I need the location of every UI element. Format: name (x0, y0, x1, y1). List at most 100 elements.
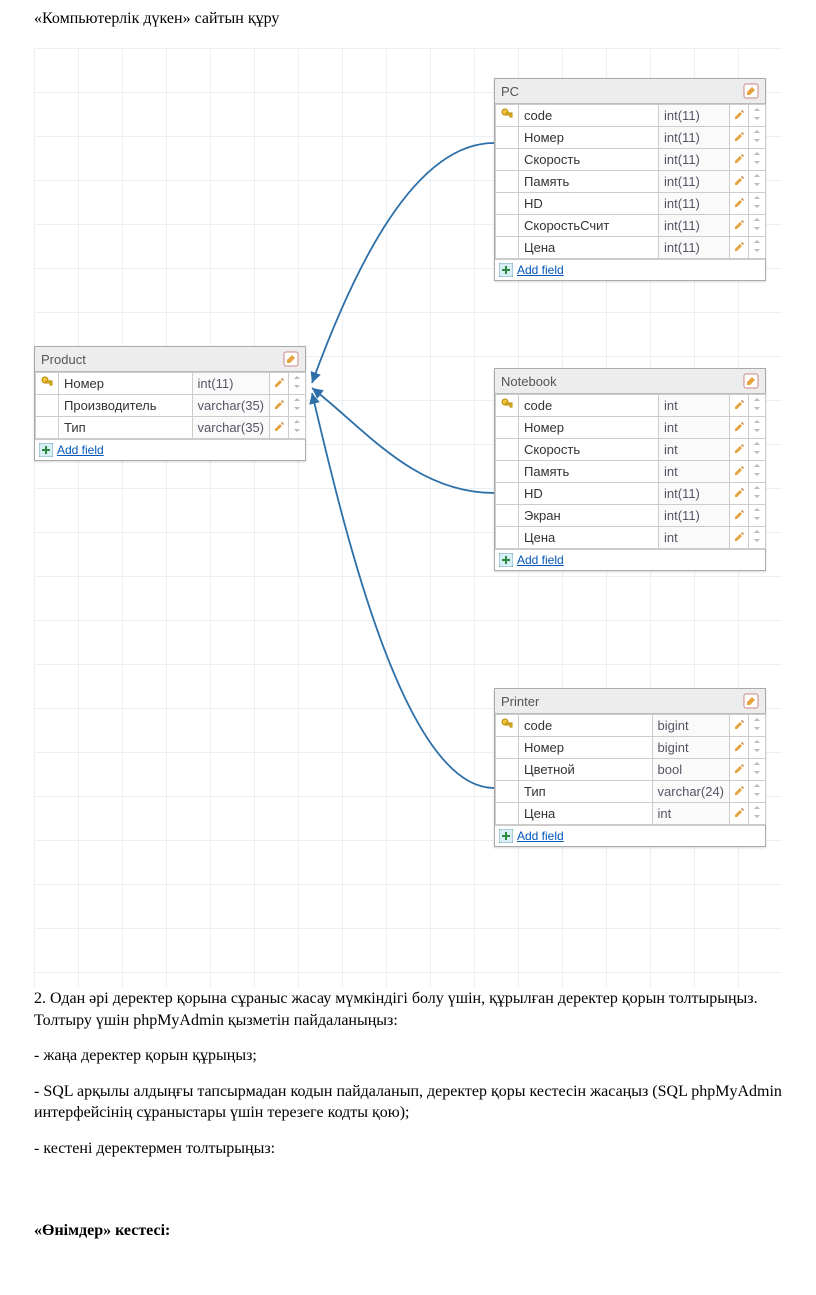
field-row[interactable]: codeint (496, 395, 766, 417)
reorder-field-icon[interactable] (749, 803, 766, 825)
edit-field-icon[interactable] (730, 715, 749, 737)
table-header[interactable]: Printer (495, 689, 765, 714)
edit-field-icon[interactable] (270, 417, 289, 439)
field-row[interactable]: Экранint(11) (496, 505, 766, 527)
table-title: PC (501, 84, 519, 99)
reorder-field-icon[interactable] (749, 461, 766, 483)
field-name: Скорость (519, 439, 659, 461)
edit-field-icon[interactable] (730, 483, 749, 505)
field-row[interactable]: HDint(11) (496, 193, 766, 215)
field-name: Тип (519, 781, 653, 803)
reorder-field-icon[interactable] (289, 417, 306, 439)
reorder-field-icon[interactable] (749, 417, 766, 439)
reorder-field-icon[interactable] (749, 149, 766, 171)
field-row[interactable]: codebigint (496, 715, 766, 737)
reorder-field-icon[interactable] (749, 781, 766, 803)
reorder-field-icon[interactable] (749, 395, 766, 417)
add-field-link[interactable]: Add field (517, 553, 564, 567)
reorder-field-icon[interactable] (749, 483, 766, 505)
table-pc: PC codeint(11)Номерint(11)Скоростьint(11… (494, 78, 766, 281)
field-row[interactable]: Цветнойbool (496, 759, 766, 781)
table-header[interactable]: PC (495, 79, 765, 104)
reorder-field-icon[interactable] (749, 193, 766, 215)
table-footer: Add field (495, 825, 765, 846)
edit-field-icon[interactable] (730, 237, 749, 259)
add-field-icon[interactable] (499, 553, 513, 567)
field-row[interactable]: Памятьint (496, 461, 766, 483)
reorder-field-icon[interactable] (749, 527, 766, 549)
add-field-icon[interactable] (499, 263, 513, 277)
edit-field-icon[interactable] (730, 759, 749, 781)
field-row[interactable]: Номерint (496, 417, 766, 439)
add-field-link[interactable]: Add field (517, 263, 564, 277)
edit-table-icon[interactable] (283, 351, 299, 367)
edit-table-icon[interactable] (743, 693, 759, 709)
field-row[interactable]: Ценаint (496, 803, 766, 825)
reorder-field-icon[interactable] (749, 439, 766, 461)
add-field-link[interactable]: Add field (57, 443, 104, 457)
field-name: Цветной (519, 759, 653, 781)
field-name: Номер (519, 737, 653, 759)
reorder-field-icon[interactable] (749, 127, 766, 149)
table-footer: Add field (495, 549, 765, 570)
edit-field-icon[interactable] (730, 737, 749, 759)
edit-field-icon[interactable] (730, 105, 749, 127)
add-field-link[interactable]: Add field (517, 829, 564, 843)
edit-table-icon[interactable] (743, 83, 759, 99)
edit-field-icon[interactable] (730, 417, 749, 439)
field-row[interactable]: Ценаint(11) (496, 237, 766, 259)
reorder-field-icon[interactable] (749, 105, 766, 127)
edit-table-icon[interactable] (743, 373, 759, 389)
field-row[interactable]: Номерint(11) (496, 127, 766, 149)
edit-field-icon[interactable] (270, 395, 289, 417)
table-header[interactable]: Product (35, 347, 305, 372)
reorder-field-icon[interactable] (749, 505, 766, 527)
field-type: int (659, 439, 730, 461)
reorder-field-icon[interactable] (749, 737, 766, 759)
reorder-field-icon[interactable] (749, 171, 766, 193)
edit-field-icon[interactable] (270, 373, 289, 395)
reorder-field-icon[interactable] (289, 395, 306, 417)
reorder-field-icon[interactable] (749, 715, 766, 737)
reorder-field-icon[interactable] (749, 237, 766, 259)
instruction-item: - жаңа деректер қорын құрыңыз; (34, 1045, 782, 1067)
field-row[interactable]: Производительvarchar(35) (36, 395, 306, 417)
field-row[interactable]: codeint(11) (496, 105, 766, 127)
add-field-icon[interactable] (499, 829, 513, 843)
field-name: Производитель (59, 395, 193, 417)
field-row[interactable]: Номерint(11) (36, 373, 306, 395)
edit-field-icon[interactable] (730, 215, 749, 237)
field-row[interactable]: Скоростьint(11) (496, 149, 766, 171)
edit-field-icon[interactable] (730, 505, 749, 527)
field-row[interactable]: HDint(11) (496, 483, 766, 505)
edit-field-icon[interactable] (730, 803, 749, 825)
primary-key-icon (496, 527, 519, 549)
reorder-field-icon[interactable] (289, 373, 306, 395)
edit-field-icon[interactable] (730, 149, 749, 171)
field-row[interactable]: Памятьint(11) (496, 171, 766, 193)
field-row[interactable]: Типvarchar(35) (36, 417, 306, 439)
primary-key-icon (496, 483, 519, 505)
field-row[interactable]: Типvarchar(24) (496, 781, 766, 803)
primary-key-icon (496, 439, 519, 461)
edit-field-icon[interactable] (730, 127, 749, 149)
reorder-field-icon[interactable] (749, 215, 766, 237)
field-name: HD (519, 193, 659, 215)
field-row[interactable]: Ценаint (496, 527, 766, 549)
edit-field-icon[interactable] (730, 193, 749, 215)
reorder-field-icon[interactable] (749, 759, 766, 781)
field-row[interactable]: СкоростьСчитint(11) (496, 215, 766, 237)
edit-field-icon[interactable] (730, 781, 749, 803)
edit-field-icon[interactable] (730, 395, 749, 417)
field-name: Цена (519, 803, 653, 825)
edit-field-icon[interactable] (730, 439, 749, 461)
table-footer: Add field (495, 259, 765, 280)
edit-field-icon[interactable] (730, 461, 749, 483)
add-field-icon[interactable] (39, 443, 53, 457)
edit-field-icon[interactable] (730, 527, 749, 549)
edit-field-icon[interactable] (730, 171, 749, 193)
field-type: int(11) (659, 127, 730, 149)
field-row[interactable]: Скоростьint (496, 439, 766, 461)
field-row[interactable]: Номерbigint (496, 737, 766, 759)
table-header[interactable]: Notebook (495, 369, 765, 394)
